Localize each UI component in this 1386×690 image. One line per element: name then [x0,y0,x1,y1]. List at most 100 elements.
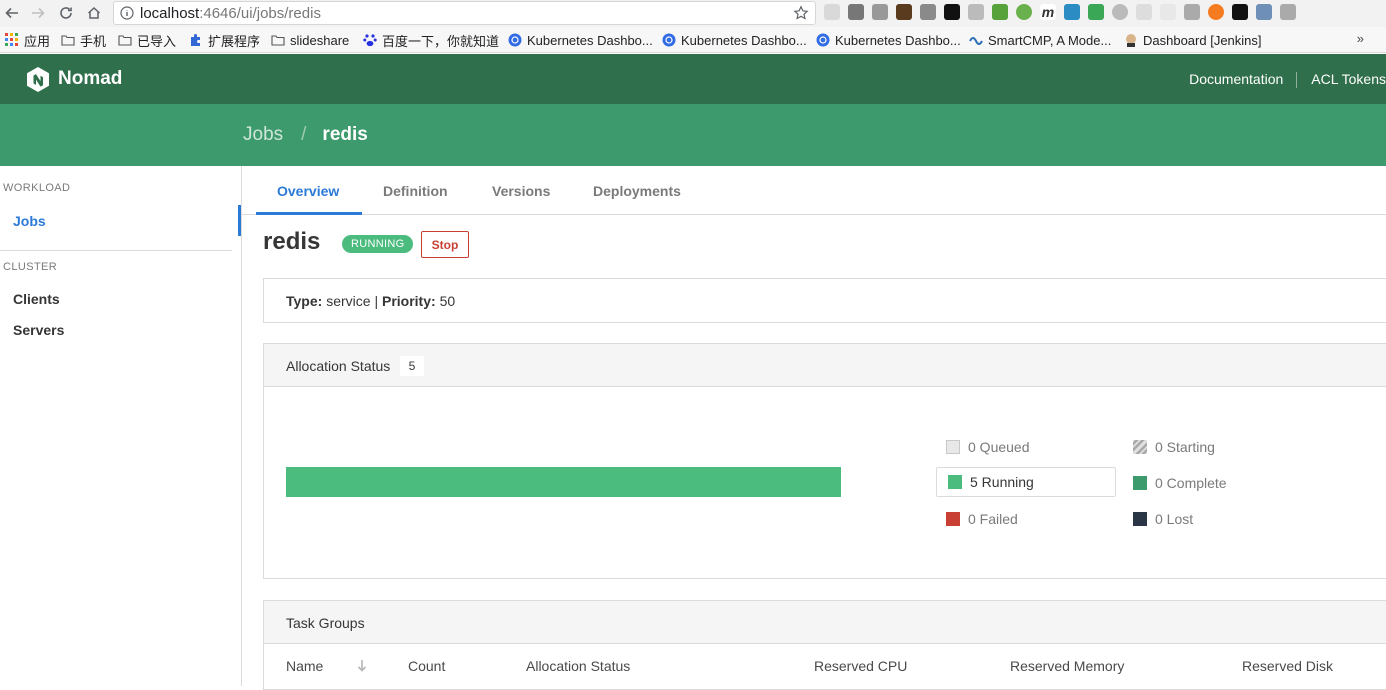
bookmark-jenkins[interactable]: Dashboard [Jenkins] [1124,32,1262,48]
bookmark-label: SmartCMP, A Mode... [988,32,1112,48]
bookmark-folder[interactable]: 已导入 [118,32,176,49]
tab-overview[interactable]: Overview [277,183,339,199]
bookmark-kubernetes[interactable]: Kubernetes Dashbo... [662,32,807,48]
breadcrumb-separator: / [301,124,307,145]
sidebar-item-jobs[interactable]: Jobs [13,213,46,229]
extension-icon[interactable] [1232,4,1248,20]
bookmark-label: 百度一下，你就知道 [382,33,500,49]
running-swatch-icon [948,475,962,489]
extension-icon[interactable] [1160,4,1176,20]
bookmark-kubernetes[interactable]: Kubernetes Dashbo... [816,32,961,48]
column-header-name[interactable]: Name [286,658,323,674]
documentation-link[interactable]: Documentation [1189,71,1283,88]
reload-icon[interactable] [56,3,76,23]
kubernetes-icon [662,33,676,47]
extension-icon[interactable] [1016,4,1032,20]
bookmark-label: Kubernetes Dashbo... [681,32,807,48]
sidebar-section-cluster: CLUSTER [3,261,58,273]
address-bar[interactable]: localhost:4646/ui/jobs/redis [113,1,816,25]
sidebar [0,166,242,686]
bookmark-extensions[interactable]: 扩展程序 [189,32,261,49]
extension-icon[interactable] [968,4,984,20]
allocation-bar[interactable] [286,467,841,497]
nomad-logo[interactable]: Nomad [25,66,122,92]
puzzle-icon [191,34,200,46]
lost-swatch-icon [1133,512,1147,526]
breadcrumb-jobs-link[interactable]: Jobs [243,124,283,146]
acl-tokens-link[interactable]: ACL Tokens [1311,71,1386,88]
column-header-reserved-disk[interactable]: Reserved Disk [1242,658,1333,674]
extension-icon[interactable] [1208,4,1224,20]
column-header-count[interactable]: Count [408,658,445,674]
sidebar-item-clients[interactable]: Clients [13,291,60,307]
extension-icon[interactable] [944,4,960,20]
breadcrumb-bar: Jobs / redis [0,104,1386,166]
column-header-reserved-memory[interactable]: Reserved Memory [1010,658,1124,674]
legend-label: 0 Complete [1155,475,1227,491]
legend-queued[interactable]: 0 Queued [946,432,1030,462]
sort-descending-icon[interactable] [357,659,367,673]
allocation-status-title: Allocation Status [286,358,391,374]
url-text: localhost:4646/ui/jobs/redis [140,5,321,22]
forward-icon[interactable] [28,3,48,23]
home-icon[interactable] [84,3,104,23]
stop-job-button[interactable]: Stop [421,231,469,258]
legend-failed[interactable]: 0 Failed [946,504,1018,534]
bookmark-label: 扩展程序 [208,33,261,49]
tab-definition[interactable]: Definition [383,183,448,199]
extension-icon[interactable] [1184,4,1200,20]
tab-deployments[interactable]: Deployments [593,183,681,199]
extension-icon[interactable] [1064,4,1080,20]
breadcrumb-current: redis [322,124,368,145]
allocation-status-header: Allocation Status 5 [264,344,1386,387]
job-priority: 50 [439,293,456,309]
extension-icon[interactable] [1112,4,1128,20]
allocation-bar-running[interactable] [286,467,841,497]
bookmark-smartcmp[interactable]: SmartCMP, A Mode... [969,32,1111,48]
queued-swatch-icon [946,440,960,454]
smartcmp-icon [969,37,983,45]
allocation-status-box: Allocation Status 5 0 Queued 0 Starting … [263,343,1386,579]
column-header-allocation-status[interactable]: Allocation Status [526,658,630,674]
extension-icon[interactable] [1256,4,1272,20]
sidebar-item-servers[interactable]: Servers [13,322,64,338]
browser-toolbar: localhost:4646/ui/jobs/redis m [0,0,1386,27]
column-header-reserved-cpu[interactable]: Reserved CPU [814,658,907,674]
bookmark-kubernetes[interactable]: Kubernetes Dashbo... [508,32,653,48]
bookmark-baidu[interactable]: 百度一下，你就知道 [363,32,500,49]
meta-divider: | [374,293,379,309]
failed-swatch-icon [946,512,960,526]
bookmark-apps[interactable]: 应用 [5,32,50,49]
status-badge: RUNNING [342,235,414,253]
back-icon[interactable] [2,3,22,23]
legend-lost[interactable]: 0 Lost [1133,504,1193,534]
bookmark-star-icon[interactable] [793,5,809,21]
bookmark-folder[interactable]: 手机 [61,32,106,49]
extension-icon[interactable] [896,4,912,20]
extension-icon[interactable] [1136,4,1152,20]
legend-running[interactable]: 5 Running [936,467,1116,497]
extension-icon[interactable]: m [1040,4,1056,20]
kubernetes-icon [508,33,522,47]
info-icon[interactable] [120,6,134,20]
job-meta: Type: service | Priority: 50 [286,293,455,309]
tab-versions[interactable]: Versions [492,183,550,199]
header-divider [1296,72,1298,88]
kubernetes-icon [816,33,830,47]
bookmark-folder[interactable]: slideshare [271,32,349,48]
task-groups-box: Task Groups Name Count Allocation Status… [263,600,1386,690]
legend-label: 5 Running [970,474,1034,490]
starting-striped-swatch-icon [1133,440,1147,454]
legend-starting[interactable]: 0 Starting [1133,432,1215,462]
extension-icon[interactable] [1088,4,1104,20]
extension-icon[interactable] [824,4,840,20]
extension-icon[interactable] [872,4,888,20]
extension-icon[interactable] [920,4,936,20]
job-type: service [326,293,371,309]
extension-icon[interactable] [992,4,1008,20]
legend-complete[interactable]: 0 Complete [1133,468,1227,498]
extension-icon[interactable] [848,4,864,20]
extension-icon[interactable] [1280,4,1296,20]
folder-icon [61,35,75,46]
bookmarks-overflow[interactable]: » [1357,31,1364,46]
